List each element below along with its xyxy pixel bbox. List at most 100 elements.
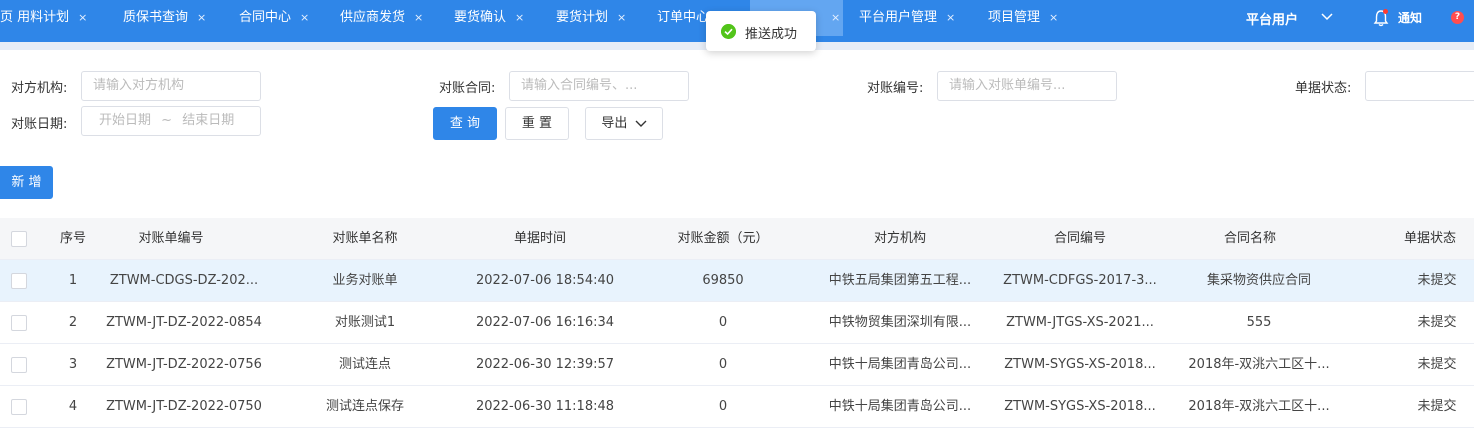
- cell-statement-name: 测试连点: [338, 357, 391, 372]
- cell-status: 未提交: [1417, 315, 1457, 330]
- cell-doc-time: 2022-06-30 11:18:48: [475, 399, 615, 414]
- cell-statement-name: 测试连点保存: [325, 399, 404, 414]
- row-checkbox[interactable]: [11, 273, 27, 289]
- col-header-contract-name: 合同名称: [1223, 231, 1276, 246]
- tab-close-icon[interactable]: ×: [515, 11, 524, 24]
- cell-index: 2: [68, 315, 78, 330]
- cell-index: 4: [68, 399, 78, 414]
- user-menu-label[interactable]: 平台用户: [1246, 9, 1298, 28]
- cell-statement-no: ZTWM-JT-DZ-2022-0854: [106, 315, 262, 330]
- tab-close-icon[interactable]: ×: [414, 11, 423, 24]
- date-start: 开始日期: [99, 113, 152, 128]
- row-checkbox[interactable]: [11, 357, 27, 373]
- tab-demand-confirm[interactable]: 要货确认 ×: [454, 0, 524, 36]
- cell-statement-no: ZTWM-JT-DZ-2022-0756: [106, 357, 262, 372]
- check-circle-icon: [721, 24, 736, 39]
- col-header-index: 序号: [59, 231, 86, 246]
- toast-message: 推送成功: [745, 27, 798, 42]
- table-row[interactable]: 3 ZTWM-JT-DZ-2022-0756 测试连点 2022-06-30 1…: [0, 344, 1474, 386]
- cell-amount: 0: [718, 357, 728, 372]
- cell-statement-no: ZTWM-JT-DZ-2022-0750: [106, 399, 262, 414]
- counterparty-input[interactable]: 请输入对方机构: [81, 71, 261, 101]
- cell-contract-no: ZTWM-SYGS-XS-2018...: [1004, 399, 1156, 414]
- cell-status: 未提交: [1417, 273, 1457, 288]
- date-label: 对账日期:: [11, 117, 68, 132]
- tab-close-icon[interactable]: ×: [78, 11, 87, 24]
- status-select[interactable]: [1365, 71, 1474, 101]
- cell-contract-no: ZTWM-SYGS-XS-2018...: [1004, 357, 1156, 372]
- cell-status: 未提交: [1417, 399, 1457, 414]
- chevron-down-icon[interactable]: [1321, 10, 1333, 22]
- cell-doc-time: 2022-07-06 18:54:40: [475, 273, 615, 288]
- table-header: 序号 对账单编号 对账单名称 单据时间 对账金额（元） 对方机构 合同编号 合同…: [0, 218, 1474, 260]
- reset-button[interactable]: 重 置: [505, 107, 569, 140]
- cell-amount: 0: [718, 315, 728, 330]
- status-label: 单据状态:: [1295, 81, 1352, 96]
- counterparty-label: 对方机构:: [11, 81, 68, 96]
- row-checkbox[interactable]: [11, 399, 27, 415]
- cell-index: 1: [68, 273, 78, 288]
- statement-no-label: 对账编号:: [867, 81, 924, 96]
- tab-project-mgmt[interactable]: 项目管理 ×: [988, 0, 1058, 36]
- cell-contract-name: 2018年-双洮六工区十...: [1188, 357, 1330, 372]
- col-header-counterparty: 对方机构: [873, 231, 926, 246]
- cell-counterparty: 中铁十局集团青岛公司...: [828, 357, 972, 372]
- tab-quality-cert-query[interactable]: 质保书查询 ×: [123, 0, 206, 36]
- bell-icon[interactable]: [1373, 9, 1389, 27]
- cell-index: 3: [68, 357, 78, 372]
- tab-close-icon[interactable]: ×: [946, 11, 955, 24]
- cell-doc-time: 2022-07-06 16:16:34: [475, 315, 615, 330]
- help-icon[interactable]: ?: [1451, 11, 1464, 24]
- cell-statement-name: 业务对账单: [332, 273, 398, 288]
- cell-contract-name: 集采物资供应合同: [1206, 273, 1311, 288]
- export-label: 导出: [601, 116, 628, 131]
- export-button[interactable]: 导出: [585, 107, 663, 140]
- cell-status: 未提交: [1417, 357, 1457, 372]
- statement-no-input[interactable]: 请输入对账单编号...: [937, 71, 1117, 101]
- cell-contract-no: ZTWM-CDFGS-2017-3...: [1003, 273, 1157, 288]
- chevron-down-icon: [635, 120, 647, 127]
- cell-contract-no: ZTWM-JTGS-XS-2021...: [1006, 315, 1154, 330]
- date-separator: ~: [161, 113, 173, 128]
- tab-supplier-delivery[interactable]: 供应商发货 ×: [340, 0, 423, 36]
- tab-close-icon[interactable]: ×: [831, 11, 840, 24]
- contract-label: 对账合同:: [439, 81, 496, 96]
- cell-counterparty: 中铁五局集团第五工程...: [828, 273, 972, 288]
- table-row[interactable]: 2 ZTWM-JT-DZ-2022-0854 对账测试1 2022-07-06 …: [0, 302, 1474, 344]
- tab-contract-center[interactable]: 合同中心 ×: [239, 0, 309, 36]
- cell-contract-name: 2018年-双洮六工区十...: [1188, 399, 1330, 414]
- add-button[interactable]: 新 增: [0, 166, 53, 199]
- table-row[interactable]: 4 ZTWM-JT-DZ-2022-0750 测试连点保存 2022-06-30…: [0, 386, 1474, 428]
- cell-statement-no: ZTWM-CDGS-DZ-202...: [109, 273, 259, 288]
- cell-counterparty: 中铁十局集团青岛公司...: [828, 399, 972, 414]
- col-header-statement-name: 对账单名称: [332, 231, 398, 246]
- notification-label[interactable]: 通知: [1398, 9, 1422, 26]
- col-header-amount: 对账金额（元）: [677, 231, 769, 246]
- tab-close-icon[interactable]: ×: [617, 11, 626, 24]
- tab-platform-user-mgmt[interactable]: 平台用户管理 ×: [859, 0, 955, 36]
- cell-statement-name: 对账测试1: [334, 315, 396, 330]
- success-toast: 推送成功: [706, 11, 816, 51]
- cell-amount: 0: [718, 399, 728, 414]
- date-range-picker[interactable]: 开始日期 ~ 结束日期: [81, 106, 261, 136]
- row-checkbox[interactable]: [11, 315, 27, 331]
- tab-material-plan[interactable]: 页 用料计划 ×: [0, 0, 87, 36]
- cell-doc-time: 2022-06-30 12:39:57: [475, 357, 615, 372]
- contract-input[interactable]: 请输入合同编号、...: [509, 71, 689, 101]
- tab-demand-plan[interactable]: 要货计划 ×: [556, 0, 626, 36]
- cell-amount: 69850: [702, 273, 744, 288]
- tab-close-icon[interactable]: ×: [197, 11, 206, 24]
- col-header-statement-no: 对账单编号: [138, 231, 204, 246]
- tab-close-icon[interactable]: ×: [300, 11, 309, 24]
- col-header-doc-time: 单据时间: [513, 231, 566, 246]
- date-end: 结束日期: [182, 113, 235, 128]
- cell-contract-name: 555: [1246, 315, 1272, 330]
- col-header-status: 单据状态: [1403, 231, 1456, 246]
- cell-counterparty: 中铁物贸集团深圳有限...: [828, 315, 972, 330]
- query-button[interactable]: 查 询: [433, 107, 497, 140]
- tab-close-icon[interactable]: ×: [1049, 11, 1058, 24]
- table-row[interactable]: 1 ZTWM-CDGS-DZ-202... 业务对账单 2022-07-06 1…: [0, 260, 1474, 302]
- select-all-checkbox[interactable]: [11, 231, 27, 247]
- tab-order-center[interactable]: 订单中心: [657, 0, 709, 36]
- col-header-contract-no: 合同编号: [1053, 231, 1106, 246]
